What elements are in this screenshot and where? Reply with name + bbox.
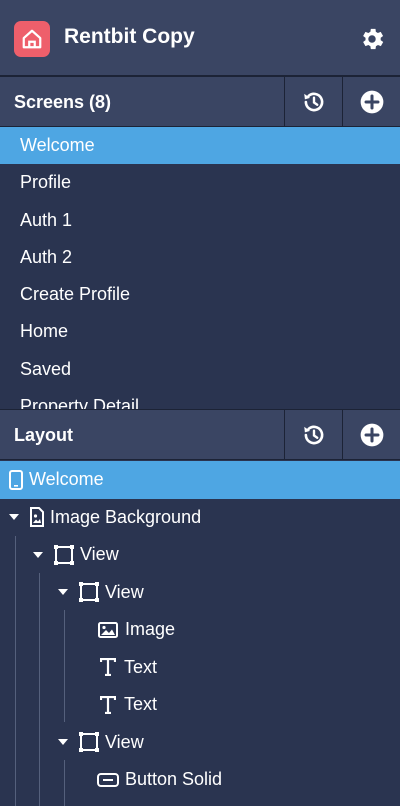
screens-list: Welcome Profile Auth 1 Auth 2 Create Pro… <box>0 127 400 409</box>
screen-item-home[interactable]: Home <box>0 313 400 350</box>
tree-node-label: Text <box>124 656 158 677</box>
view-frame-icon <box>78 731 100 753</box>
image-icon <box>98 621 118 638</box>
screens-section-header: Screens (8) <box>0 76 400 127</box>
layout-history-button[interactable] <box>284 410 342 459</box>
history-icon <box>303 425 323 444</box>
chevron-down-icon[interactable] <box>9 514 19 521</box>
add-circle-icon <box>360 90 383 113</box>
tree-node-label: View <box>105 731 144 752</box>
text-icon <box>100 695 116 714</box>
tree-node-text[interactable]: Text <box>0 686 400 724</box>
app-title: Rentbit Copy <box>64 25 195 48</box>
text-icon <box>100 658 116 677</box>
screen-item-welcome[interactable]: Welcome <box>0 127 400 165</box>
tree-node-label: Button Solid <box>125 769 223 790</box>
tree-node-view[interactable]: View <box>0 574 400 612</box>
history-icon <box>303 92 323 111</box>
screen-item-saved[interactable]: Saved <box>0 351 400 388</box>
layout-tree: Welcome Image Background View View Image <box>0 461 400 806</box>
screen-item-property-detail[interactable]: Property Detail <box>0 388 400 409</box>
button-icon <box>97 772 119 787</box>
app-logo-house-icon <box>14 21 50 57</box>
tree-node-label: View <box>105 581 144 602</box>
tree-node-label: Text <box>124 694 158 715</box>
view-frame-icon <box>53 544 75 566</box>
tree-node-view[interactable]: View <box>0 724 400 762</box>
layout-add-button[interactable] <box>342 410 400 459</box>
screen-item-profile[interactable]: Profile <box>0 164 400 201</box>
screen-item-auth-2[interactable]: Auth 2 <box>0 239 400 276</box>
screen-item-create-profile[interactable]: Create Profile <box>0 276 400 313</box>
layout-title: Layout <box>14 425 74 445</box>
screen-item-auth-1[interactable]: Auth 1 <box>0 202 400 239</box>
chevron-down-icon[interactable] <box>58 589 68 596</box>
tree-node-image[interactable]: Image <box>0 611 400 649</box>
tree-node-text[interactable]: Text <box>0 649 400 687</box>
image-file-icon <box>29 507 45 528</box>
add-circle-icon <box>360 423 383 446</box>
layout-section-header: Layout <box>0 409 400 460</box>
tree-node-label: View <box>80 544 119 565</box>
chevron-down-icon[interactable] <box>33 551 43 558</box>
gear-icon[interactable] <box>358 25 386 53</box>
screens-history-button[interactable] <box>284 77 342 126</box>
app-header: Rentbit Copy <box>0 0 400 76</box>
screens-add-button[interactable] <box>342 77 400 126</box>
chevron-down-icon[interactable] <box>58 739 68 746</box>
phone-icon <box>8 469 24 490</box>
tree-node-welcome[interactable]: Welcome <box>0 461 400 499</box>
tree-node-view[interactable]: View <box>0 536 400 574</box>
tree-node-label: Welcome <box>29 469 104 490</box>
tree-node-image-background[interactable]: Image Background <box>0 499 400 537</box>
tree-node-button-solid[interactable]: Button Solid <box>0 761 400 799</box>
view-frame-icon <box>78 581 100 603</box>
tree-node-label: Image Background <box>50 506 202 527</box>
screens-title: Screens (8) <box>14 92 112 112</box>
tree-node-label: Image <box>125 619 176 640</box>
